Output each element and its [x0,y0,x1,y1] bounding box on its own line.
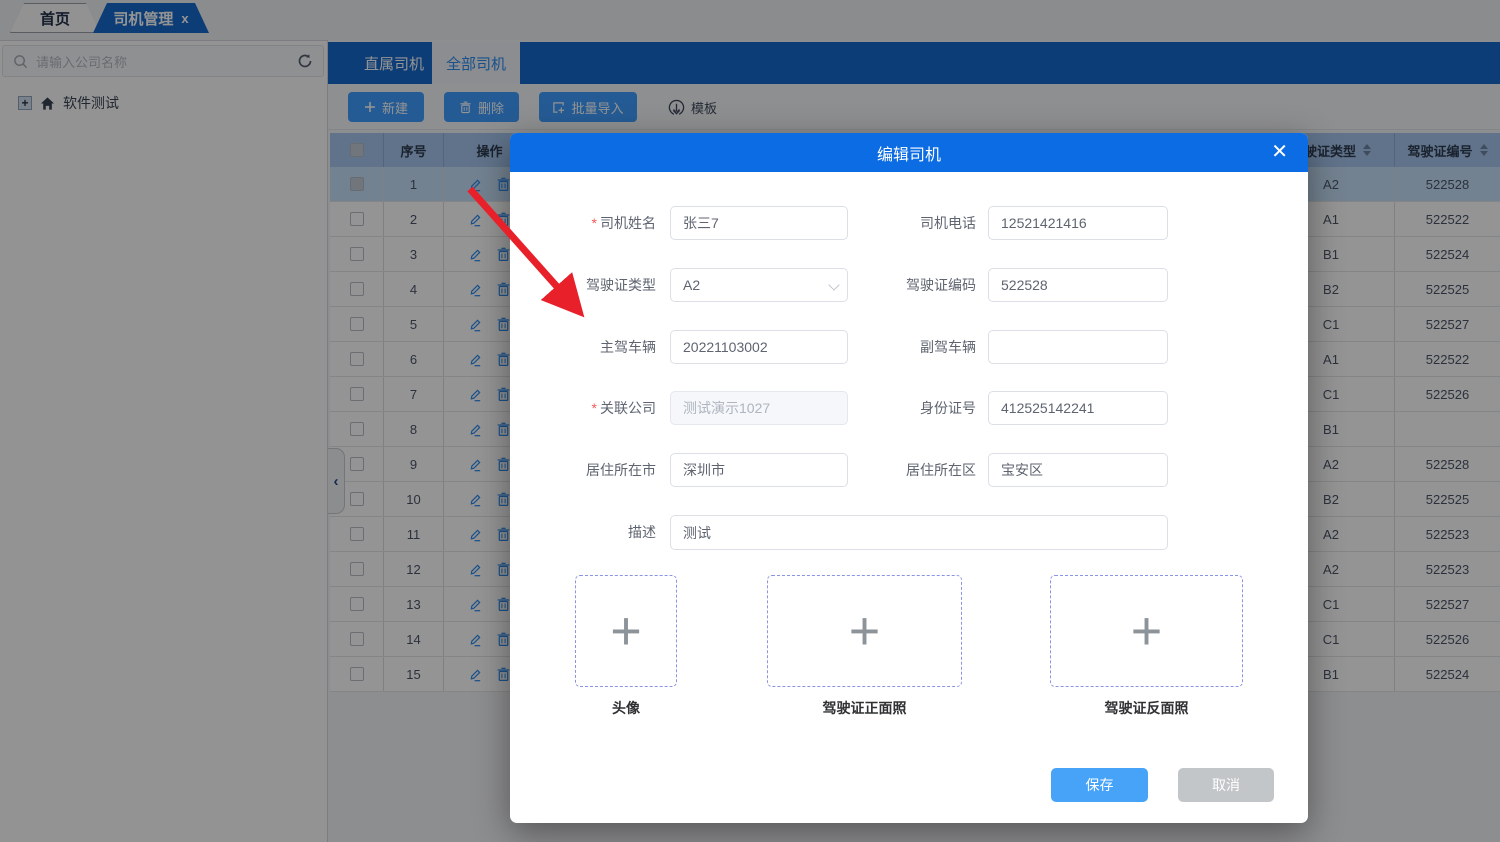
secondary-vehicle-label: 副驾车辆 [830,330,976,364]
avatar-upload-label: 头像 [575,698,677,718]
company-label: *关联公司 [510,391,656,425]
avatar-upload-box[interactable]: + [575,575,677,687]
driver-name-field[interactable] [670,206,848,240]
license-code-label: 驾驶证编码 [830,268,976,302]
license-type-select[interactable] [670,268,848,302]
plus-icon: + [1131,606,1163,656]
id-number-label: 身份证号 [830,391,976,425]
license-front-upload-box[interactable]: + [767,575,962,687]
city-field[interactable] [670,453,848,487]
primary-vehicle-field[interactable] [670,330,848,364]
district-field[interactable] [988,453,1168,487]
required-asterisk: * [592,400,597,416]
modal-header: 编辑司机 ✕ [510,133,1308,172]
driver-name-label: *司机姓名 [510,206,656,240]
required-asterisk: * [592,215,597,231]
description-label: 描述 [510,515,656,549]
company-field [670,391,848,425]
id-number-field[interactable] [988,391,1168,425]
description-field[interactable] [670,515,1168,550]
edit-driver-modal: 编辑司机 ✕ *司机姓名 司机电话 驾驶证类型 驾驶证编码 主驾车辆 副驾车辆 … [510,133,1308,823]
license-code-field[interactable] [988,268,1168,302]
license-back-upload-label: 驾驶证反面照 [1050,698,1243,718]
save-button[interactable]: 保存 [1051,768,1148,802]
cancel-button[interactable]: 取消 [1178,768,1274,802]
modal-title: 编辑司机 [877,141,941,165]
modal-close-icon[interactable]: ✕ [1271,142,1288,162]
plus-icon: + [610,606,642,656]
district-label: 居住所在区 [830,453,976,487]
driver-phone-label: 司机电话 [830,206,976,240]
plus-icon: + [849,606,881,656]
primary-vehicle-label: 主驾车辆 [510,330,656,364]
secondary-vehicle-field[interactable] [988,330,1168,364]
license-front-upload-label: 驾驶证正面照 [767,698,962,718]
driver-phone-field[interactable] [988,206,1168,240]
city-label: 居住所在市 [510,453,656,487]
license-type-label: 驾驶证类型 [510,268,656,302]
license-back-upload-box[interactable]: + [1050,575,1243,687]
